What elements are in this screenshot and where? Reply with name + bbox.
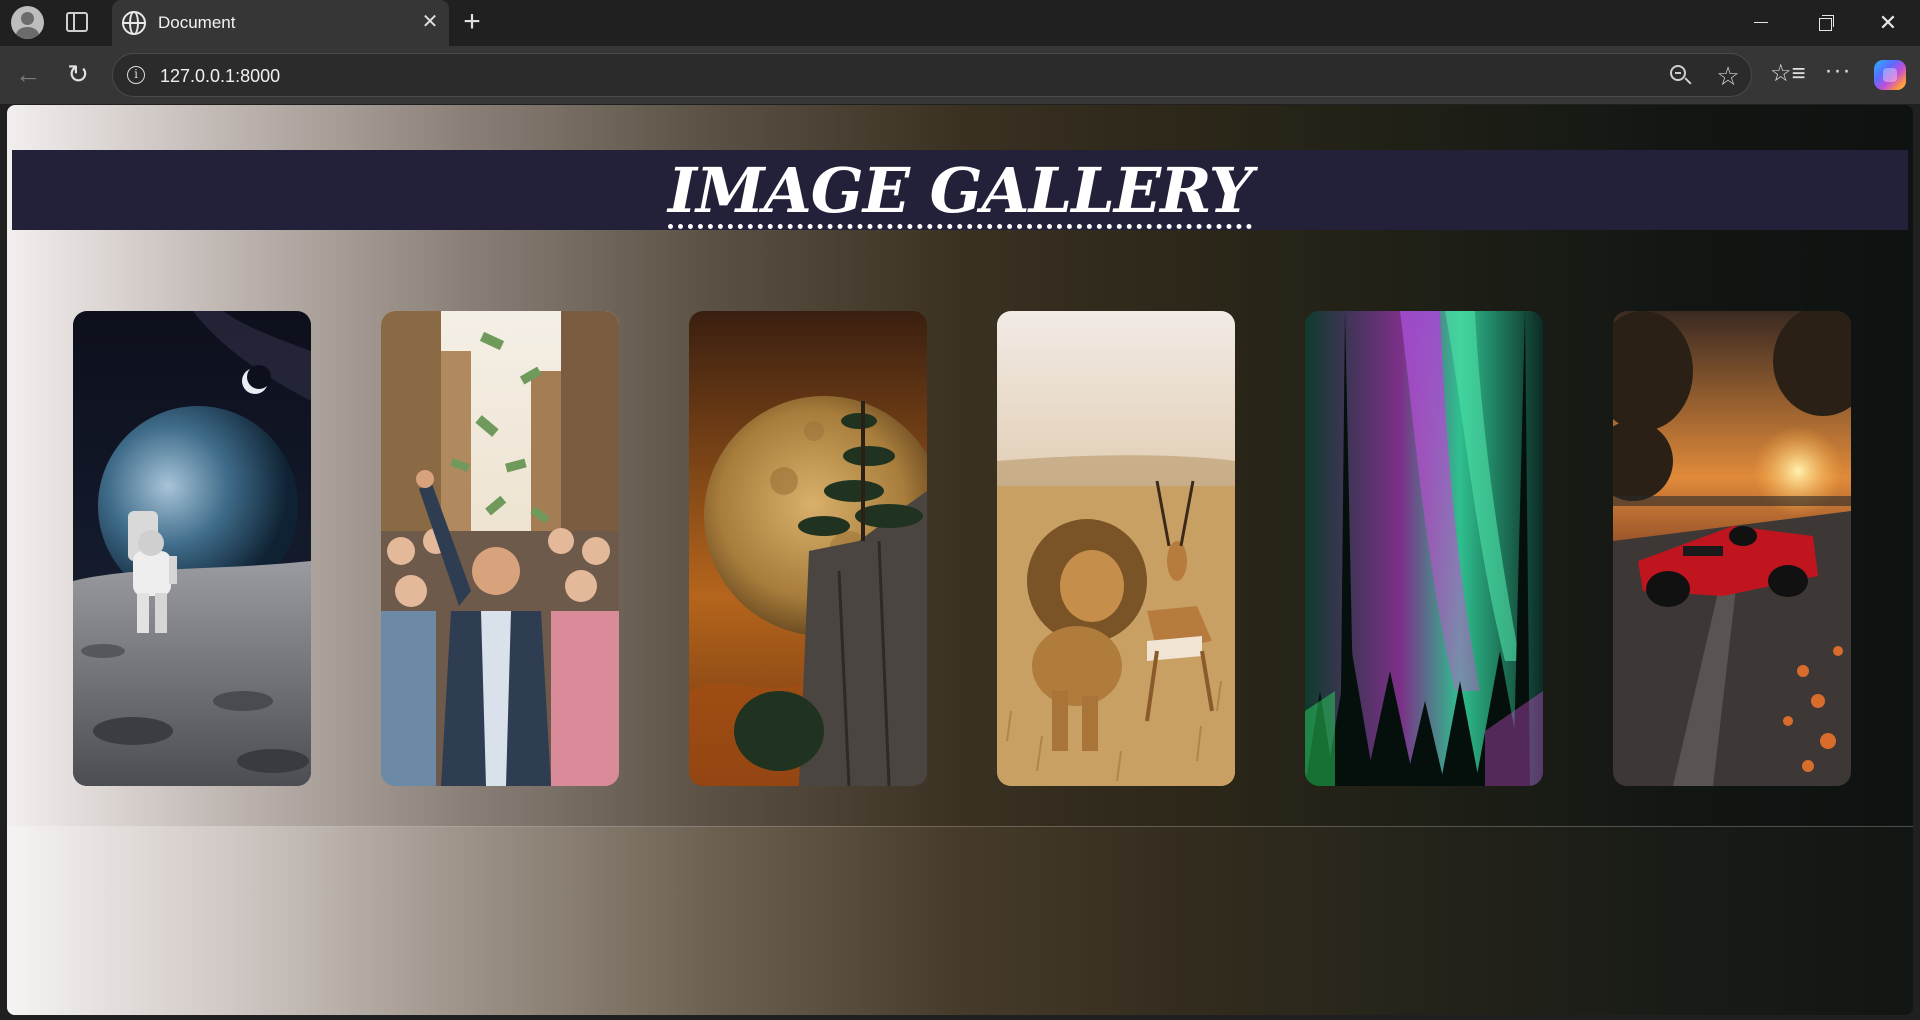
close-tab-icon[interactable]: ✕	[417, 9, 443, 35]
gallery-image-race-car[interactable]	[1613, 311, 1851, 786]
sidebar-toggle-icon[interactable]	[66, 12, 88, 32]
close-window-button[interactable]: ✕	[1856, 0, 1920, 46]
profile-avatar-icon[interactable]	[11, 6, 44, 39]
browser-titlebar: Document ✕ + ✕	[0, 0, 1920, 46]
page-header: IMAGE GALLERY	[12, 150, 1908, 230]
favorites-icon[interactable]: ☆≡	[1770, 58, 1806, 90]
address-bar[interactable]: i 127.0.0.1:8000 ☆	[112, 53, 1752, 97]
star-icon[interactable]: ☆	[1713, 61, 1743, 91]
gallery-image-astronaut[interactable]	[73, 311, 311, 786]
info-icon[interactable]: i	[127, 66, 145, 84]
gallery-image-money-crowd[interactable]	[381, 311, 619, 786]
browser-tab[interactable]: Document ✕	[112, 0, 449, 46]
page-title: IMAGE GALLERY	[668, 154, 1253, 229]
gallery-image-lion-gazelle[interactable]	[997, 311, 1235, 786]
address-url[interactable]: 127.0.0.1:8000	[160, 66, 280, 87]
tab-title: Document	[158, 13, 236, 32]
more-icon[interactable]: ···	[1822, 58, 1854, 90]
astronaut-moon-image	[73, 311, 311, 786]
zoom-handle	[1684, 77, 1692, 85]
reload-icon[interactable]: ↻	[62, 58, 94, 90]
profile-avatar-body	[16, 27, 39, 39]
copilot-icon[interactable]	[1874, 60, 1906, 90]
gallery	[7, 231, 1913, 827]
gallery-image-moon-cliff[interactable]	[689, 311, 927, 786]
globe-icon	[122, 11, 146, 35]
page-viewport: IMAGE GALLERY	[7, 105, 1913, 1015]
aurora-forest-image	[1305, 311, 1543, 786]
browser-toolbar: ← ↻ i 127.0.0.1:8000 ☆	[0, 46, 1920, 104]
restore-button[interactable]	[1792, 0, 1856, 46]
money-crowd-image	[381, 311, 619, 786]
race-car-image	[1613, 311, 1851, 786]
moon-cliff-image	[689, 311, 927, 786]
zoom-out-icon[interactable]	[1669, 64, 1693, 88]
page-footer-area	[7, 827, 1913, 1015]
gallery-image-aurora[interactable]	[1305, 311, 1543, 786]
profile-avatar-head	[21, 12, 34, 25]
new-tab-icon[interactable]: +	[457, 7, 487, 38]
minimize-button[interactable]	[1728, 0, 1792, 46]
lion-gazelle-image	[997, 311, 1235, 786]
back-arrow-icon[interactable]: ←	[12, 58, 44, 90]
